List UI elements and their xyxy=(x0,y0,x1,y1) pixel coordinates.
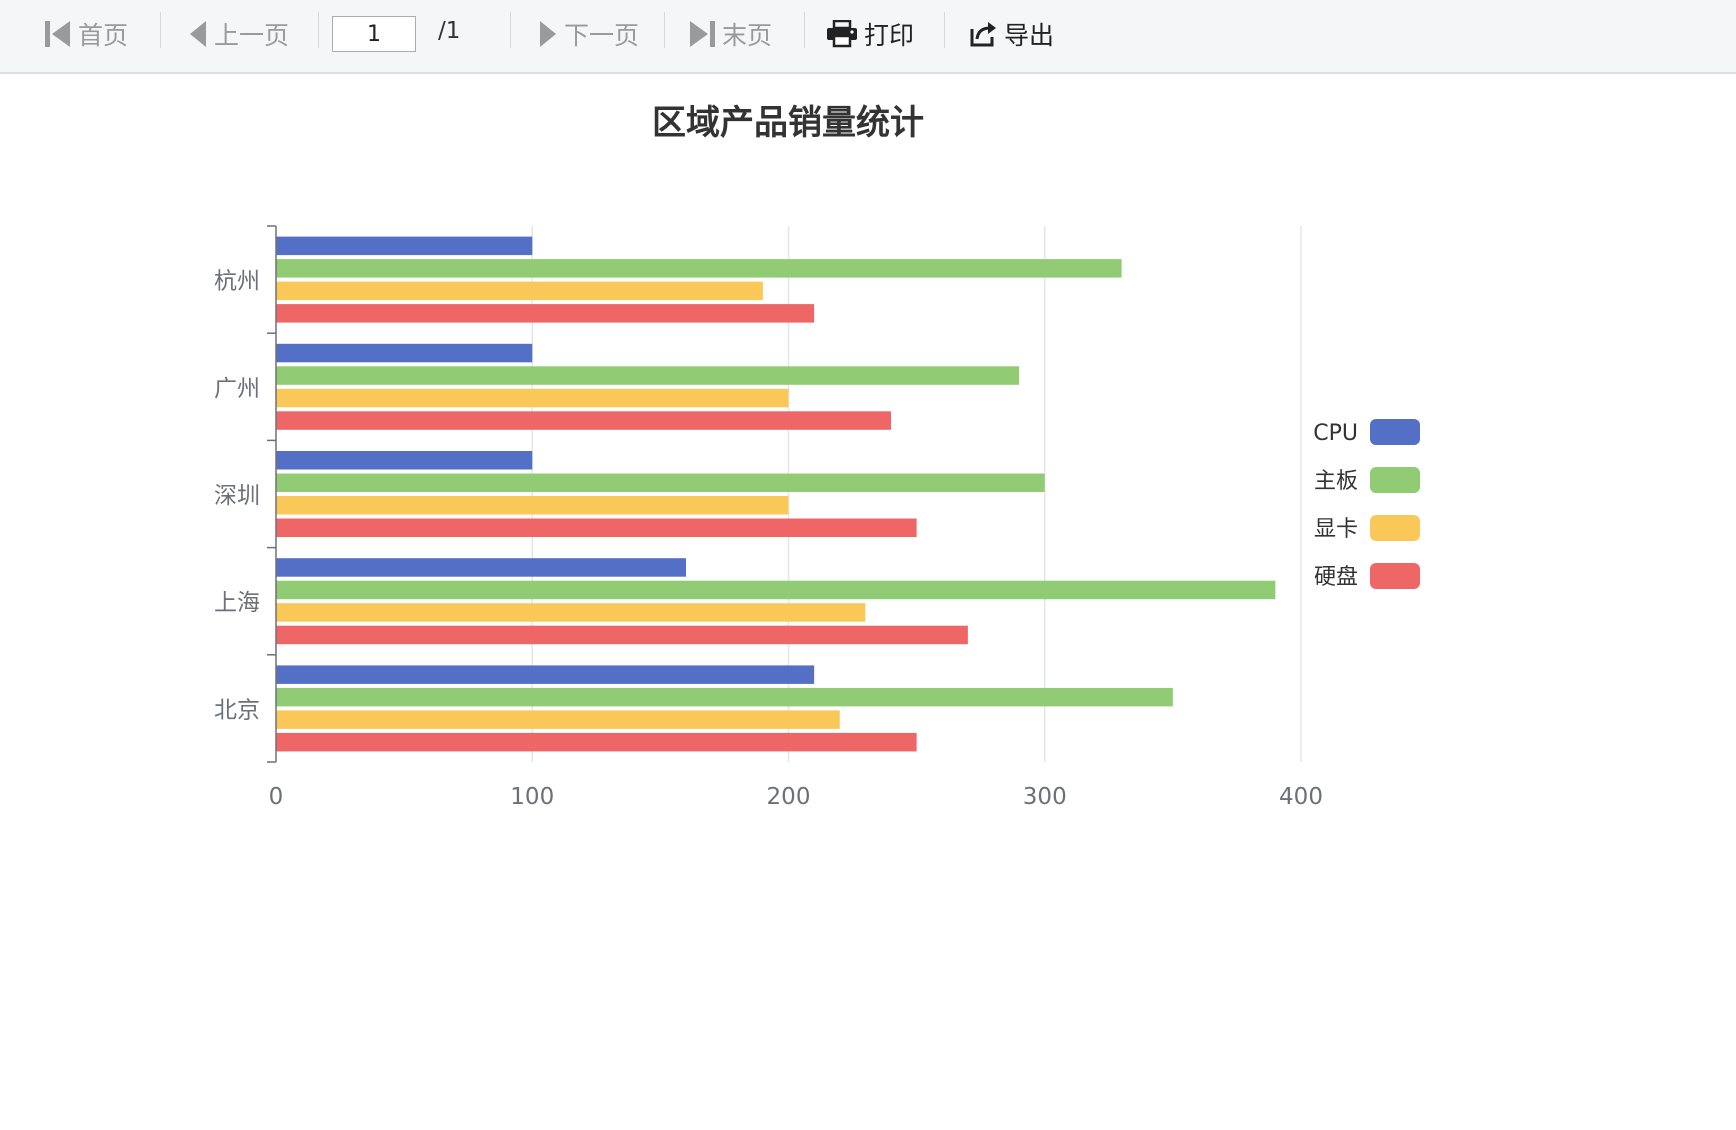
legend-item[interactable]: 显卡 xyxy=(1314,515,1420,542)
x-tick-label: 100 xyxy=(510,784,554,810)
toolbar-divider xyxy=(160,12,161,48)
x-tick-label: 200 xyxy=(767,784,811,810)
legend-label: CPU xyxy=(1313,421,1358,446)
prev-page-label: 上一页 xyxy=(214,21,290,50)
bar xyxy=(276,388,789,408)
toolbar-divider xyxy=(664,12,665,48)
print-button[interactable]: 打印 xyxy=(826,16,914,52)
prev-page-icon xyxy=(188,19,208,49)
last-page-button[interactable]: 末页 xyxy=(688,16,772,52)
toolbar-divider xyxy=(510,12,511,48)
next-page-icon xyxy=(538,19,558,49)
y-category-label: 上海 xyxy=(214,590,260,616)
bar xyxy=(276,687,1173,707)
bar xyxy=(276,710,840,729)
first-page-button[interactable]: 首页 xyxy=(44,16,128,52)
bar xyxy=(276,473,1045,492)
export-icon xyxy=(968,19,998,49)
legend-swatch xyxy=(1370,419,1420,445)
bar xyxy=(276,732,917,752)
export-button[interactable]: 导出 xyxy=(968,16,1054,52)
printer-icon xyxy=(826,20,858,48)
page-number-input[interactable] xyxy=(332,16,416,52)
legend-label: 硬盘 xyxy=(1314,565,1358,590)
bar xyxy=(276,603,866,622)
x-tick-label: 400 xyxy=(1279,784,1323,810)
bar xyxy=(276,366,1020,385)
x-tick-label: 0 xyxy=(269,784,284,810)
bar xyxy=(276,259,1122,278)
legend-swatch xyxy=(1370,515,1420,541)
bar xyxy=(276,625,968,645)
first-page-label: 首页 xyxy=(78,21,129,50)
y-category-label: 北京 xyxy=(214,697,260,723)
bar xyxy=(276,558,686,577)
legend-item[interactable]: 主板 xyxy=(1314,467,1420,494)
last-page-icon xyxy=(688,19,716,49)
y-category-label: 杭州 xyxy=(214,269,260,295)
chart-bars xyxy=(276,236,1276,752)
legend-item[interactable]: 硬盘 xyxy=(1314,563,1420,590)
bar xyxy=(276,236,533,256)
legend-item[interactable]: CPU xyxy=(1313,419,1420,446)
bar xyxy=(276,281,763,301)
x-tick-label: 300 xyxy=(1023,784,1067,810)
next-page-label: 下一页 xyxy=(564,21,640,50)
page-total: /1 xyxy=(438,18,461,44)
report-toolbar: 首页 上一页 /1 下一页 末页 打印 xyxy=(0,0,1736,74)
bar xyxy=(276,518,917,537)
legend-swatch xyxy=(1370,467,1420,493)
y-category-label: 深圳 xyxy=(214,483,260,509)
bar xyxy=(276,580,1276,600)
bar xyxy=(276,304,815,323)
bar xyxy=(276,411,891,430)
legend-label: 主板 xyxy=(1314,469,1358,494)
chart-title: 区域产品销量统计 xyxy=(652,103,924,143)
chart-legend: CPU 主板显卡硬盘 xyxy=(1313,419,1420,590)
y-category-label: 广州 xyxy=(214,376,260,402)
toolbar-divider xyxy=(804,12,805,48)
bar xyxy=(276,343,533,363)
toolbar-divider xyxy=(318,12,319,48)
toolbar-divider xyxy=(944,12,945,48)
legend-swatch xyxy=(1370,563,1420,589)
next-page-button[interactable]: 下一页 xyxy=(538,16,639,52)
legend-label: 显卡 xyxy=(1314,517,1358,542)
bar xyxy=(276,451,533,470)
bar xyxy=(276,496,789,515)
export-label: 导出 xyxy=(1004,21,1055,50)
last-page-label: 末页 xyxy=(722,21,773,50)
print-label: 打印 xyxy=(864,21,915,50)
bar xyxy=(276,665,815,684)
sales-bar-chart: 区域产品销量统计 0 100 200 300 400 北京 上海 深圳 广州 杭州 CPU 主板显卡… xyxy=(214,103,1420,810)
first-page-icon xyxy=(44,19,72,49)
prev-page-button[interactable]: 上一页 xyxy=(188,16,289,52)
